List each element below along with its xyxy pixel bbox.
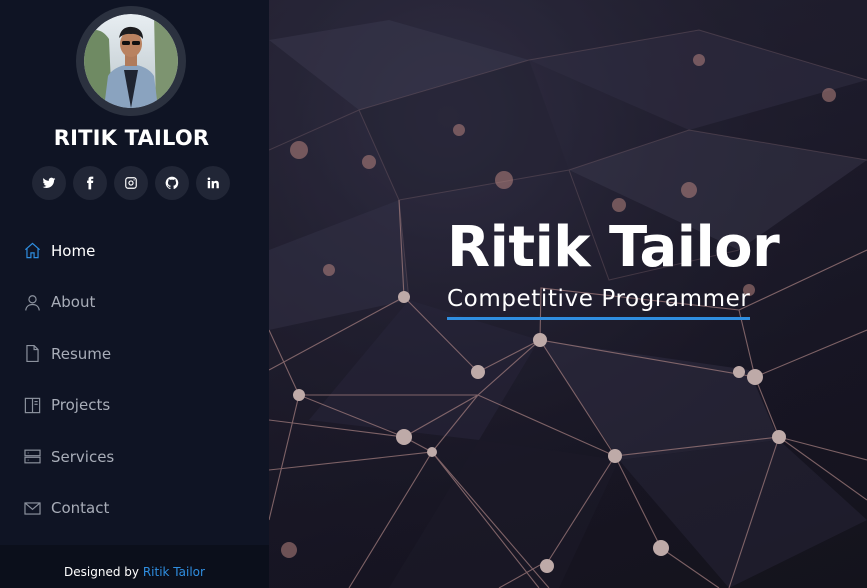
sidebar: RITIK TAILOR Home About Resume Projects … xyxy=(0,0,269,588)
nav-item-resume[interactable]: Resume xyxy=(0,328,269,380)
avatar[interactable] xyxy=(84,14,178,108)
twitter-icon xyxy=(42,177,56,189)
nav-item-contact[interactable]: Contact xyxy=(0,483,269,535)
nav-item-home[interactable]: Home xyxy=(0,225,269,277)
github-icon xyxy=(165,176,179,190)
footer-prefix: Designed by xyxy=(64,565,139,579)
file-icon xyxy=(22,344,42,364)
nav-item-services[interactable]: Services xyxy=(0,431,269,483)
nav-label-contact: Contact xyxy=(51,499,110,518)
nav-label-home: Home xyxy=(51,241,96,260)
hero-subtitle: Competitive Programmer xyxy=(447,286,751,320)
hero-title: Ritik Tailor xyxy=(447,215,780,280)
server-icon xyxy=(22,447,42,467)
hero-section: Ritik Tailor Competitive Programmer xyxy=(269,0,867,588)
nav-label-resume: Resume xyxy=(51,344,112,363)
nav-label-services: Services xyxy=(51,447,115,466)
nav-label-about: About xyxy=(51,293,96,312)
book-icon xyxy=(22,395,42,415)
nav-label-projects: Projects xyxy=(51,396,111,415)
linkedin-icon xyxy=(207,177,219,189)
avatar-ring xyxy=(76,6,186,116)
home-icon xyxy=(22,241,42,261)
facebook-link[interactable] xyxy=(73,166,107,200)
linkedin-link[interactable] xyxy=(196,166,230,200)
github-link[interactable] xyxy=(155,166,189,200)
facebook-icon xyxy=(87,176,94,190)
footer-author-link[interactable]: Ritik Tailor xyxy=(143,565,205,579)
user-icon xyxy=(22,292,42,312)
social-links xyxy=(32,166,230,200)
instagram-icon xyxy=(125,177,137,189)
nav-item-projects[interactable]: Projects xyxy=(0,380,269,432)
footer-credits: Designed by Ritik Tailor xyxy=(0,545,269,588)
main-nav: Home About Resume Projects Services Cont… xyxy=(0,225,269,534)
instagram-link[interactable] xyxy=(114,166,148,200)
envelope-icon xyxy=(22,498,42,518)
profile-name: RITIK TAILOR xyxy=(53,126,210,150)
twitter-link[interactable] xyxy=(32,166,66,200)
nav-item-about[interactable]: About xyxy=(0,277,269,329)
